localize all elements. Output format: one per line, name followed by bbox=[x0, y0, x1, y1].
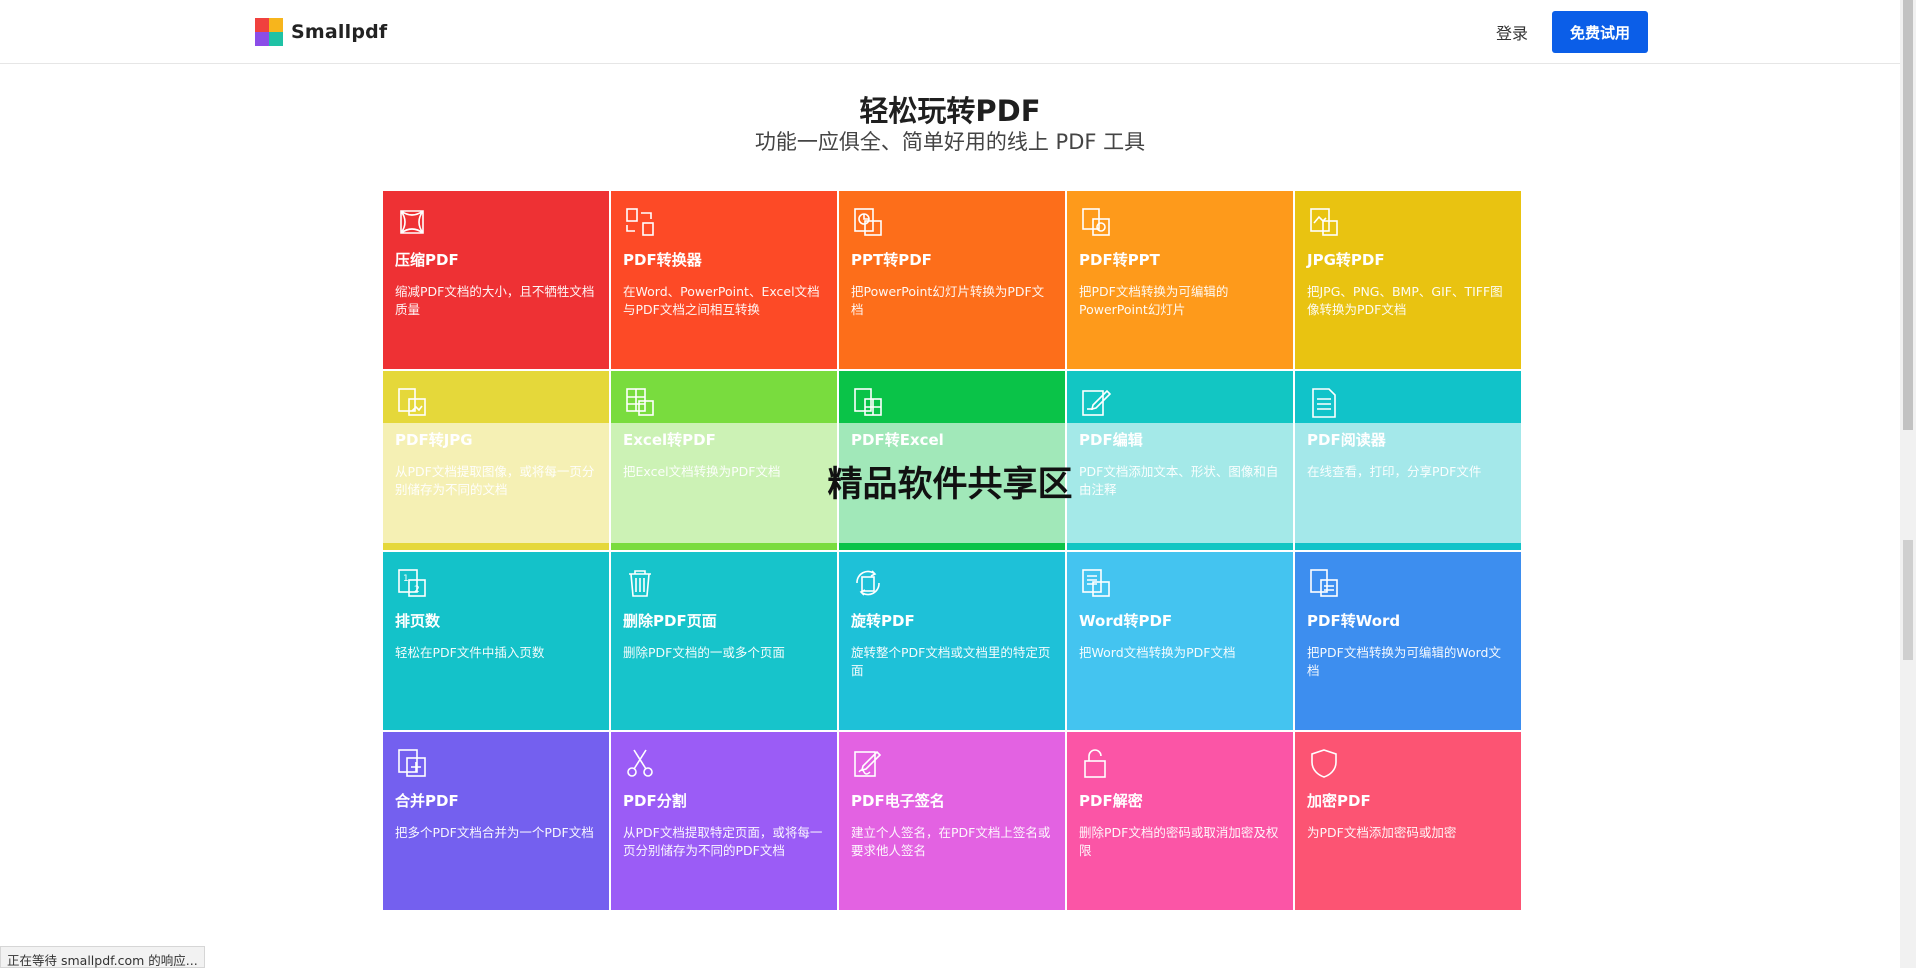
tool-title: 合并PDF bbox=[395, 791, 459, 810]
tool-title: 旋转PDF bbox=[851, 611, 915, 630]
tool-description: 从PDF文档提取特定页面，或将每一页分别储存为不同的PDF文档 bbox=[623, 824, 823, 858]
tool-title: PDF编辑 bbox=[1079, 431, 1143, 450]
tool-title: PDF解密 bbox=[1079, 791, 1143, 810]
tool-tile[interactable]: PDF解密删除PDF文档的密码或取消加密及权限 bbox=[1067, 731, 1293, 910]
free-trial-button[interactable]: 免费试用 bbox=[1552, 11, 1648, 53]
ppt-icon bbox=[854, 208, 882, 236]
tool-tile[interactable]: Word转PDF 把Word文档转换为PDF文档 bbox=[1067, 551, 1293, 730]
tool-tile[interactable]: PDF分割从PDF文档提取特定页面，或将每一页分别储存为不同的PDF文档 bbox=[611, 731, 837, 910]
tool-grid: 压缩PDF 缩减PDF文档的大小，且不牺牲文档质量 PDF转换器在Word、Powe… bbox=[383, 191, 1521, 910]
tool-tile[interactable]: PDF编辑 PDF文档添加文本、形状、图像和自由注释 bbox=[1067, 371, 1293, 550]
pdf-to-excel-icon bbox=[854, 388, 882, 417]
tool-description: 把PowerPoint幻灯片转换为PDF文档 bbox=[851, 284, 1045, 317]
tool-description: 把多个PDF文档合并为一个PDF文档 bbox=[395, 824, 594, 840]
tool-title: PDF转换器 bbox=[623, 251, 702, 269]
tool-tile[interactable]: PDF阅读器在线查看，打印，分享PDF文件 bbox=[1295, 371, 1521, 550]
tool-tile[interactable]: PDF转JPG 从PDF文档提取图像，或将每一页分别储存为不同的文档 bbox=[383, 371, 609, 550]
tool-description: 从PDF文档提取图像，或将每一页分别储存为不同的文档 bbox=[395, 464, 595, 498]
tool-description: 把PDF文档转换为可编辑的Word文档 bbox=[1307, 644, 1501, 678]
browser-status-bar: 正在等待 smallpdf.com 的响应... bbox=[0, 946, 205, 968]
tool-description: 把Word文档转换为PDF文档 bbox=[1079, 644, 1236, 660]
vertical-scrollbar[interactable] bbox=[1900, 0, 1916, 968]
tool-description: 在Word、PowerPoint、Excel文档与PDF文档之间相互转换 bbox=[623, 284, 820, 317]
page-title: 轻松玩转PDF bbox=[859, 94, 1041, 128]
page-number-icon: 12 bbox=[398, 568, 426, 597]
edit-icon bbox=[1082, 390, 1112, 417]
excel-icon bbox=[626, 388, 654, 417]
tool-title: PDF转JPG bbox=[395, 431, 473, 450]
logo-icon bbox=[255, 18, 283, 46]
tool-description: 缩减PDF文档的大小，且不牺牲文档质量 bbox=[395, 284, 595, 317]
tool-title: JPG转PDF bbox=[1307, 251, 1385, 269]
tool-description: 把Excel文档转换为PDF文档 bbox=[623, 464, 781, 480]
tool-description: 删除PDF文档的密码或取消加密及权限 bbox=[1079, 824, 1279, 858]
tool-title: PDF转Excel bbox=[851, 431, 944, 450]
tool-description: 把PDF文档转换为可编辑的PowerPoint幻灯片 bbox=[1079, 284, 1229, 317]
tool-description: 在线查看，打印，分享PDF文件 bbox=[1307, 464, 1482, 480]
tool-description: 为PDF文档添加密码或加密 bbox=[1307, 824, 1457, 840]
tool-description: 建立个人签名，在PDF文档上签名或要求他人签名 bbox=[851, 824, 1051, 858]
logo[interactable]: Smallpdf bbox=[255, 17, 387, 47]
rotate-icon bbox=[856, 569, 880, 596]
tool-tile[interactable]: PDF电子签名建立个人签名，在PDF文档上签名或要求他人签名 bbox=[839, 731, 1065, 910]
tool-tile[interactable]: PDF转PPT 把PDF文档转换为可编辑的PowerPoint幻灯片 bbox=[1067, 191, 1293, 370]
tool-title: Excel转PDF bbox=[623, 431, 716, 450]
reader-icon bbox=[1312, 388, 1336, 419]
sign-icon bbox=[854, 750, 882, 777]
tool-tile[interactable]: PDF转Word 把PDF文档转换为可编辑的Word文档 bbox=[1295, 551, 1521, 730]
jpg-icon bbox=[1310, 208, 1338, 236]
convert-icon bbox=[626, 208, 654, 236]
tool-tile[interactable]: 合并PDF 把多个PDF文档合并为一个PDF文档 bbox=[383, 731, 609, 910]
tool-title: PPT转PDF bbox=[851, 251, 932, 269]
tool-description: 轻松在PDF文件中插入页数 bbox=[395, 644, 545, 660]
tool-tile[interactable]: 删除PDF页面删除PDF文档的一或多个页面 bbox=[611, 551, 837, 730]
page-subtitle: 功能一应俱全、简单好用的线上 PDF 工具 bbox=[754, 130, 1146, 154]
word-icon bbox=[1082, 568, 1110, 597]
tool-title: 排页数 bbox=[395, 611, 441, 630]
merge-icon bbox=[398, 748, 426, 777]
scissors-icon bbox=[627, 749, 653, 777]
svg-text:2: 2 bbox=[414, 585, 420, 595]
tool-tile[interactable]: 压缩PDF 缩减PDF文档的大小，且不牺牲文档质量 bbox=[383, 191, 609, 370]
shield-icon bbox=[1311, 748, 1337, 778]
scrollbar-thumb-secondary bbox=[1903, 540, 1913, 660]
tool-tile[interactable]: Excel转PDF 把Excel文档转换为PDF文档 bbox=[611, 371, 837, 550]
tool-description: 删除PDF文档的一或多个页面 bbox=[623, 644, 785, 660]
svg-text:1: 1 bbox=[403, 574, 409, 584]
tool-description: 把JPG、PNG、BMP、GIF、TIFF图像转换为PDF文档 bbox=[1307, 284, 1503, 317]
login-link[interactable]: 登录 bbox=[1496, 20, 1528, 44]
tool-title: PDF转PPT bbox=[1079, 251, 1160, 269]
tool-title: PDF阅读器 bbox=[1307, 431, 1386, 450]
unlock-icon bbox=[1084, 748, 1106, 778]
compress-icon bbox=[400, 210, 424, 234]
tool-title: PDF分割 bbox=[623, 791, 687, 810]
tool-description: PDF文档添加文本、形状、图像和自由注释 bbox=[1079, 464, 1279, 498]
tool-tile[interactable]: 加密PDF 为PDF文档添加密码或加密 bbox=[1295, 731, 1521, 910]
scrollbar-thumb[interactable] bbox=[1903, 0, 1913, 430]
tool-tile[interactable]: JPG转PDF 把JPG、PNG、BMP、GIF、TIFF图像转换为PDF文档 bbox=[1295, 191, 1521, 370]
tool-description: 旋转整个PDF文档或文档里的特定页面 bbox=[851, 644, 1051, 678]
tool-tile[interactable]: 旋转PDF 旋转整个PDF文档或文档里的特定页面 bbox=[839, 551, 1065, 730]
tool-title: 加密PDF bbox=[1307, 791, 1371, 810]
tool-title: 删除PDF页面 bbox=[623, 611, 717, 630]
top-navbar: Smallpdf 登录 免费试用 bbox=[0, 0, 1900, 64]
tool-tile[interactable]: 1 2 排页数轻松在PDF文件中插入页数 bbox=[383, 551, 609, 730]
pdf-to-jpg-icon bbox=[398, 388, 426, 417]
tool-title: 压缩PDF bbox=[395, 251, 459, 269]
trash-icon bbox=[629, 569, 651, 597]
pdf-to-ppt-icon bbox=[1082, 208, 1110, 236]
logo-text: Smallpdf bbox=[291, 21, 388, 43]
pdf-to-word-icon bbox=[1310, 568, 1338, 597]
tool-title: PDF电子签名 bbox=[851, 791, 945, 810]
tool-tile[interactable]: PDF转Excel bbox=[839, 371, 1065, 550]
tool-tile[interactable]: PDF转换器在Word、PowerPoint、Excel文档与PDF文档之间相互… bbox=[611, 191, 837, 370]
tool-title: PDF转Word bbox=[1307, 611, 1401, 630]
tool-title: Word转PDF bbox=[1079, 611, 1173, 630]
tool-tile[interactable]: PPT转PDF 把PowerPoint幻灯片转换为PDF文档 bbox=[839, 191, 1065, 370]
